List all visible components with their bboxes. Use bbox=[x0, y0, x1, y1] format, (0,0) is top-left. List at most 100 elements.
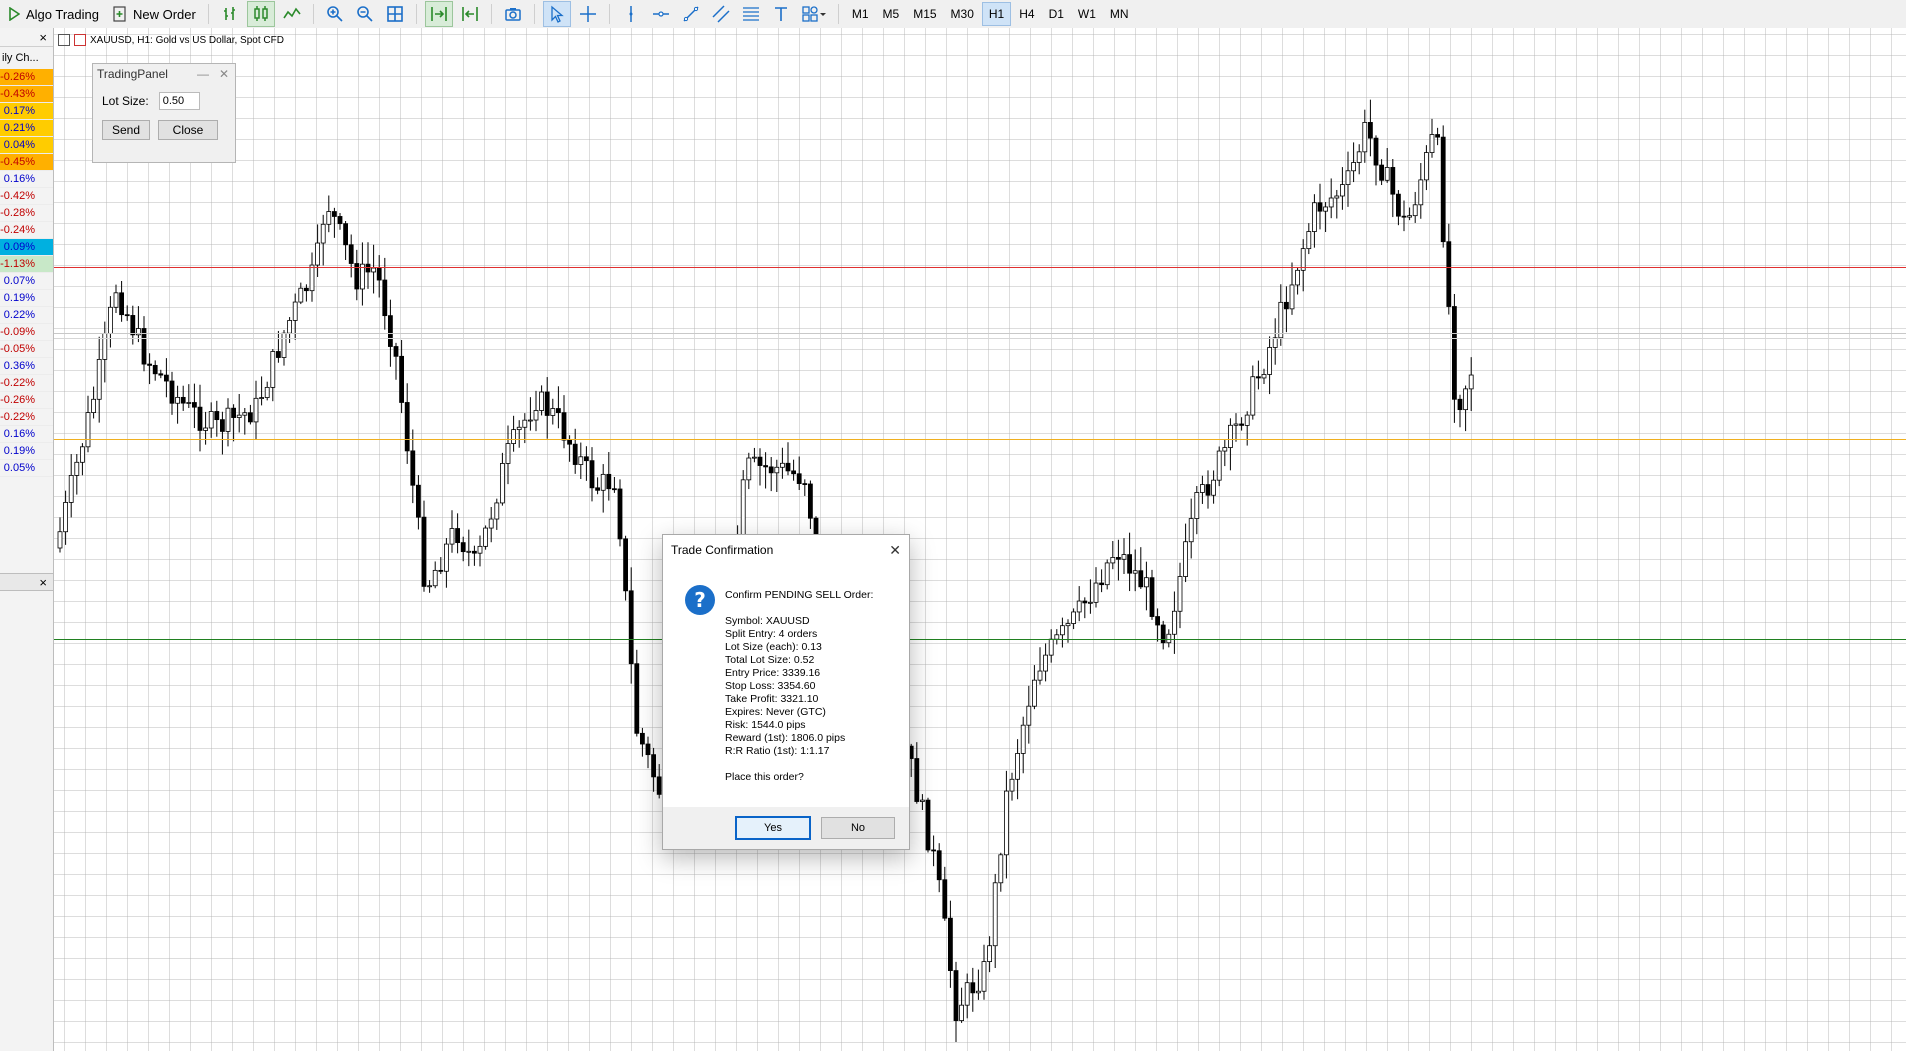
bar-chart-icon[interactable] bbox=[217, 2, 243, 26]
channel-icon[interactable] bbox=[708, 2, 734, 26]
zoom-out-icon[interactable] bbox=[352, 2, 378, 26]
candle-body bbox=[1457, 398, 1463, 411]
timeframe-m1[interactable]: M1 bbox=[846, 3, 875, 25]
timeframe-h4[interactable]: H4 bbox=[1013, 3, 1040, 25]
candle-body bbox=[387, 315, 393, 347]
order-detail-line: Total Lot Size: 0.52 bbox=[725, 654, 815, 666]
candle-body bbox=[1188, 518, 1194, 543]
candle-body bbox=[91, 398, 96, 413]
vertical-line-icon[interactable] bbox=[618, 2, 644, 26]
dialog-body: ? Confirm PENDING SELL Order: Symbol: XA… bbox=[663, 565, 909, 807]
candle-body bbox=[623, 538, 628, 592]
timeframe-mn[interactable]: MN bbox=[1104, 3, 1135, 25]
line-chart-icon[interactable] bbox=[279, 2, 305, 26]
candle-body bbox=[1379, 164, 1384, 181]
daily-change-cell: 0.36% bbox=[0, 358, 53, 375]
trading-panel-title: TradingPanel bbox=[97, 67, 168, 81]
horizontal-line-icon[interactable] bbox=[648, 2, 674, 26]
candle-body bbox=[1407, 215, 1412, 218]
candle-body bbox=[298, 287, 304, 303]
timeframe-d1[interactable]: D1 bbox=[1043, 3, 1070, 25]
candle-body bbox=[1048, 638, 1054, 656]
candle-body bbox=[1250, 376, 1256, 416]
close-button[interactable]: Close bbox=[158, 120, 218, 140]
send-button[interactable]: Send bbox=[102, 120, 150, 140]
dialog-footer: Yes No bbox=[663, 807, 909, 849]
chart-shift-icon[interactable] bbox=[457, 2, 483, 26]
no-button[interactable]: No bbox=[821, 817, 895, 839]
candlestick-icon[interactable] bbox=[246, 1, 275, 27]
close-icon[interactable]: ✕ bbox=[889, 542, 901, 559]
timeframe-m30[interactable]: M30 bbox=[945, 3, 980, 25]
candle-body bbox=[79, 446, 85, 463]
candle-body bbox=[186, 402, 192, 404]
candle-body bbox=[768, 466, 774, 474]
candle-body bbox=[225, 407, 231, 432]
candle-body bbox=[494, 502, 500, 520]
candle-body bbox=[1160, 624, 1166, 644]
price-chart[interactable]: XAUUSD, H1: Gold vs US Dollar, Spot CFD bbox=[54, 28, 1906, 1051]
close-icon[interactable]: × bbox=[39, 575, 47, 590]
candle-body bbox=[1009, 778, 1015, 792]
candle-body bbox=[1418, 179, 1424, 206]
shapes-icon[interactable] bbox=[798, 2, 830, 26]
candle-body bbox=[1060, 625, 1065, 636]
daily-change-cell: 0.21% bbox=[0, 120, 53, 137]
new-order-button[interactable]: New Order bbox=[107, 2, 202, 26]
candle-body bbox=[1362, 122, 1368, 153]
candle-body bbox=[169, 380, 175, 404]
candle-body bbox=[1356, 151, 1362, 163]
zoom-in-icon[interactable] bbox=[322, 2, 348, 26]
order-detail-line: R:R Ratio (1st): 1:1.17 bbox=[725, 745, 830, 757]
close-icon[interactable]: ✕ bbox=[219, 67, 229, 81]
candle-body bbox=[1233, 423, 1239, 426]
yes-button[interactable]: Yes bbox=[735, 816, 811, 840]
lot-size-row: Lot Size: 0.50 bbox=[102, 92, 235, 110]
daily-change-cell: 0.16% bbox=[0, 171, 53, 188]
lot-size-input[interactable]: 0.50 bbox=[158, 92, 200, 110]
candle-body bbox=[1446, 241, 1452, 307]
candle-body bbox=[1043, 654, 1048, 672]
algo-trading-button[interactable]: Algo Trading bbox=[2, 2, 105, 26]
timeframe-h1[interactable]: H1 bbox=[981, 2, 1012, 26]
autoscroll-icon[interactable] bbox=[424, 1, 453, 27]
screenshot-icon[interactable] bbox=[500, 2, 526, 26]
candle-body bbox=[785, 462, 791, 472]
minimize-icon[interactable]: — bbox=[197, 67, 209, 81]
candle-body bbox=[1328, 197, 1334, 208]
entry-price-line[interactable] bbox=[54, 439, 1906, 440]
fibonacci-icon[interactable] bbox=[738, 2, 764, 26]
candle-body bbox=[365, 263, 371, 273]
daily-change-cell: -0.22% bbox=[0, 375, 53, 392]
timeframe-m15[interactable]: M15 bbox=[907, 3, 942, 25]
candle-body bbox=[1396, 193, 1401, 217]
daily-change-cell: -1.13% bbox=[0, 256, 53, 273]
crosshair-icon[interactable] bbox=[575, 2, 601, 26]
order-detail-line: Stop Loss: 3354.60 bbox=[725, 680, 816, 692]
timeframe-w1[interactable]: W1 bbox=[1072, 3, 1102, 25]
candle-body bbox=[1155, 616, 1160, 626]
candle-body bbox=[1144, 577, 1149, 588]
candle-body bbox=[1256, 376, 1261, 379]
close-icon[interactable]: × bbox=[39, 30, 47, 45]
candle-body bbox=[1116, 557, 1121, 560]
candle-body bbox=[57, 531, 63, 549]
candle-body bbox=[1267, 347, 1272, 375]
candle-body bbox=[970, 982, 976, 994]
candle-body bbox=[746, 457, 752, 481]
candle-body bbox=[1093, 582, 1099, 603]
candle-body bbox=[527, 419, 533, 422]
candle-body bbox=[914, 758, 920, 802]
candle-body bbox=[275, 351, 281, 358]
timeframe-m5[interactable]: M5 bbox=[877, 3, 906, 25]
stop-loss-line[interactable] bbox=[54, 267, 1906, 268]
trendline-icon[interactable] bbox=[678, 2, 704, 26]
candle-body bbox=[634, 663, 640, 734]
take-profit-line[interactable] bbox=[54, 639, 1906, 640]
candle-body bbox=[757, 456, 763, 466]
cursor-icon[interactable] bbox=[542, 1, 571, 27]
text-tool-icon[interactable] bbox=[768, 2, 794, 26]
trading-panel-header: TradingPanel — ✕ bbox=[93, 64, 235, 84]
tile-windows-icon[interactable] bbox=[382, 2, 408, 26]
candle-body bbox=[1076, 600, 1082, 613]
